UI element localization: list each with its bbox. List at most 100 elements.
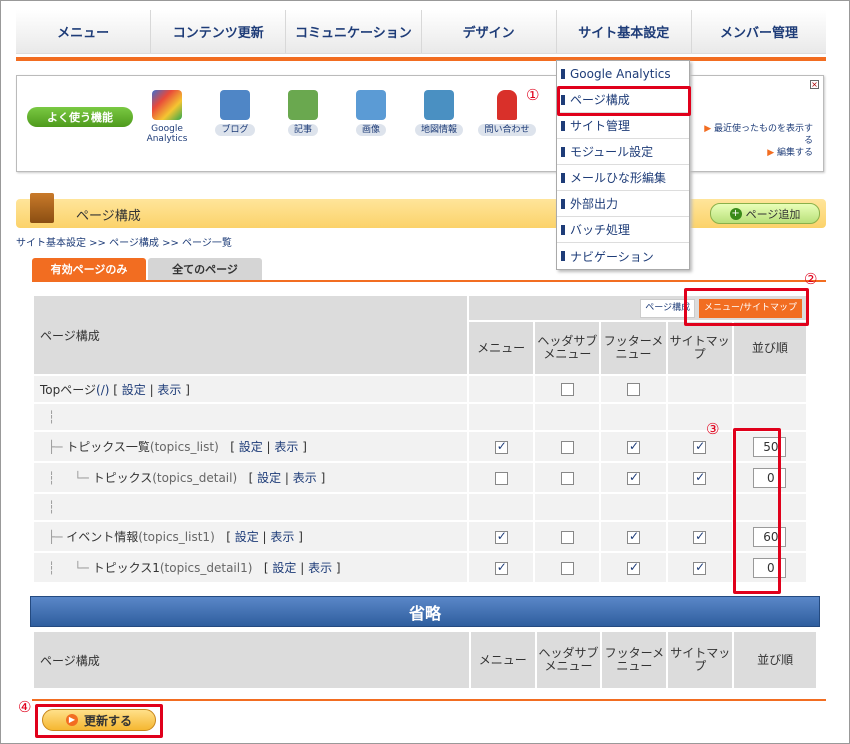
page-slug: (topics_list) [149,440,219,454]
add-page-label: ページ追加 [745,207,801,221]
recent-show-link[interactable]: 最近使ったものを表示す [714,124,813,134]
footer-menu-checkbox[interactable] [627,560,640,575]
dropdown-site-management[interactable]: サイト管理 [557,113,689,139]
sitemap-checkbox[interactable] [693,560,707,575]
settings-link[interactable]: 設定 [239,440,263,454]
dropdown-batch[interactable]: バッチ処理 [557,217,689,243]
nav-member-management[interactable]: メンバー管理 [692,10,826,53]
header-submenu-checkbox[interactable] [560,440,574,454]
tab-all-pages[interactable]: 全てのページ [148,258,262,280]
nav-communication[interactable]: コミュニケーション [286,10,422,53]
fav-label: ブログ [215,124,255,136]
nav-menu[interactable]: メニュー [16,10,152,53]
page-slug: (topics_detail) [152,471,238,485]
dropdown-label: Google Analytics [570,66,671,81]
dropdown-export[interactable]: 外部出力 [557,191,689,217]
col-header-header-submenu: ヘッダサブメニュー [533,320,602,376]
dropdown-mail-template[interactable]: メールひな形編集 [557,165,689,191]
bullet-icon [561,146,565,157]
fav-label: 地図情報 [414,124,463,136]
fav-label: Google Analytics [146,124,188,144]
bullet-icon [561,251,565,261]
dropdown-label: バッチ処理 [570,223,631,237]
recent-items: ▶ 最近使ったものを表示す る ▶ 編集する [704,123,813,159]
page-name: トピックス一覧 [66,440,150,454]
dropdown-module-settings[interactable]: モジュール設定 [557,139,689,165]
bullet-icon [561,68,565,79]
close-icon[interactable]: × [810,80,819,89]
settings-link[interactable]: 設定 [272,561,296,575]
footer-menu-checkbox[interactable] [627,529,640,544]
tree-branch-icon: ┆ └─ [48,471,93,485]
fav-image[interactable]: 画像 [341,90,401,136]
omitted-banner: 省略 [30,596,820,627]
sitemap-checkbox[interactable] [693,529,707,544]
bullet-icon [561,120,565,131]
fav-blog[interactable]: ブログ [205,90,265,136]
footer-menu-checkbox[interactable] [627,470,640,485]
col-header-menu: メニュー [467,320,536,376]
dropdown-label: ナビゲーション [570,249,654,264]
nav-content-update[interactable]: コンテンツ更新 [151,10,287,53]
google-analytics-icon [152,90,182,120]
header-submenu-checkbox[interactable] [560,471,574,485]
footer-menu-checkbox[interactable] [627,383,640,396]
tree-connector: ┆ [31,492,470,522]
callout-4: ④ [18,698,32,716]
breadcrumb: サイト基本設定 >> ページ構成 >> ページ一覧 [16,238,232,249]
page-table-footer-header: ページ構成 メニュー ヘッダサブメニュー フッターメニュー サイトマップ 並び順 [32,630,818,690]
tree-branch-icon: ├─ [48,530,67,544]
nav-design[interactable]: デザイン [422,10,557,53]
sitemap-checkbox[interactable] [693,470,707,485]
settings-link[interactable]: 設定 [257,471,281,485]
header-submenu-checkbox[interactable] [560,383,574,396]
page-name: イベント情報 [66,530,139,544]
bullet-icon [561,224,565,235]
recent-edit-link[interactable]: 編集する [777,148,813,158]
tree-branch-icon: ├─ [48,440,67,454]
callout-box-4 [35,704,163,738]
bullet-icon [561,172,565,183]
dropdown-google-analytics[interactable]: Google Analytics [557,61,689,87]
view-link[interactable]: 表示 [270,530,294,544]
col-header-order: 並び順 [732,630,818,690]
header-submenu-checkbox[interactable] [560,561,574,575]
table-row: ├─ イベント情報(topics_list1) [ 設定 | 表示 ] 60 [31,520,809,553]
dropdown-label: サイト管理 [570,119,631,133]
menu-checkbox[interactable] [494,471,508,485]
fav-map[interactable]: 地図情報 [409,90,469,136]
menu-checkbox[interactable] [494,529,508,544]
settings-link[interactable]: 設定 [235,530,259,544]
view-link[interactable]: 表示 [274,440,298,454]
tab-active-pages[interactable]: 有効ページのみ [32,258,146,280]
header-submenu-checkbox[interactable] [560,530,574,544]
row-name: Topページ(/) [ 設定 | 表示 ] [31,374,470,404]
tree-connector: ┆ [31,402,470,432]
fav-google-analytics[interactable]: Google Analytics [137,90,197,144]
view-link[interactable]: 表示 [308,561,332,575]
image-icon [356,90,386,120]
arrow-right-icon: ▶ [767,148,775,158]
page-slug: (topics_list1) [138,530,215,544]
sitemap-checkbox[interactable] [693,439,707,454]
fav-label: 画像 [355,124,386,136]
view-link[interactable]: 表示 [157,383,181,397]
fav-article[interactable]: 記事 [273,90,333,136]
bullet-icon [561,198,565,209]
dropdown-navigation[interactable]: ナビゲーション [557,243,689,269]
settings-link[interactable]: 設定 [122,383,146,397]
table-row: Topページ(/) [ 設定 | 表示 ] [31,374,809,404]
view-link[interactable]: 表示 [293,471,317,485]
nav-site-settings[interactable]: サイト基本設定 [557,10,692,53]
footer-menu-checkbox[interactable] [627,439,640,454]
mailbox-icon [497,90,517,120]
menu-checkbox[interactable] [494,439,508,454]
recent-show-link-cont[interactable]: る [704,135,813,147]
add-page-button[interactable]: + ページ追加 [710,203,820,224]
col-header-sitemap: サイトマップ [666,630,735,690]
dropdown-label: 外部出力 [570,197,619,211]
col-header-page: ページ構成 [32,630,471,690]
menu-checkbox[interactable] [494,560,508,575]
callout-3: ③ [706,420,720,438]
col-header-sitemap: サイトマップ [665,320,734,376]
